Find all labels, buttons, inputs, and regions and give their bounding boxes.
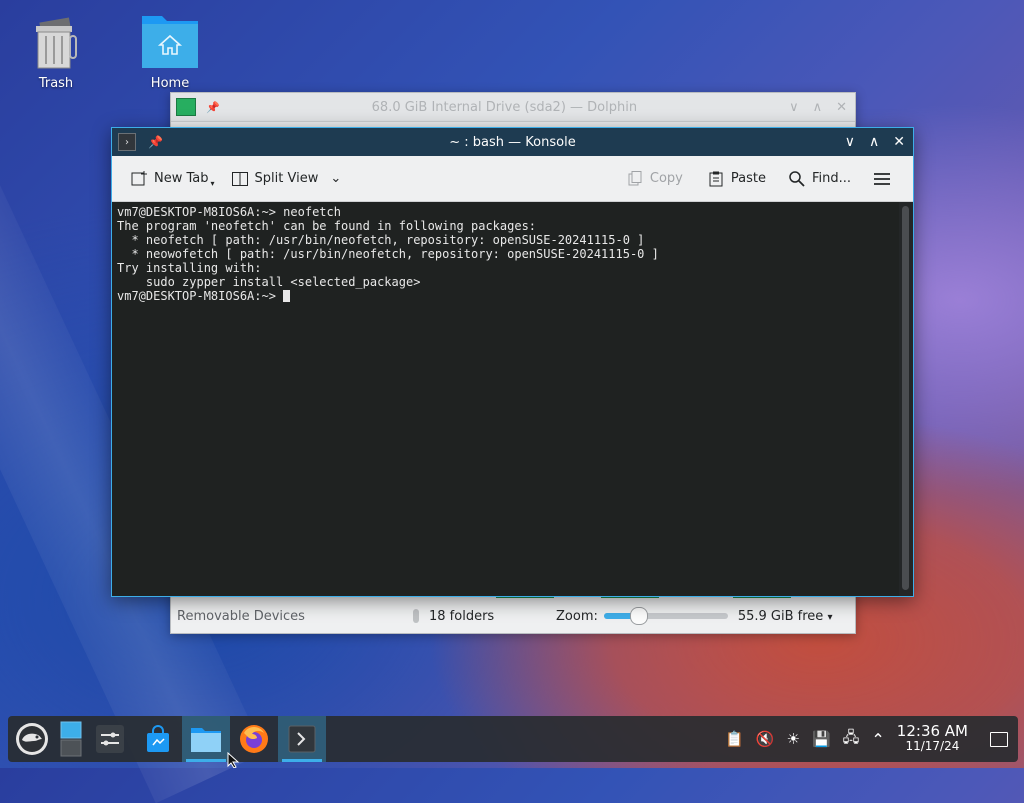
clock-time: 12:36 AM — [896, 722, 968, 740]
free-space-label: 55.9 GiB free — [737, 608, 824, 624]
search-icon — [789, 170, 805, 187]
task-konsole[interactable] — [278, 716, 326, 762]
task-dolphin[interactable] — [182, 716, 230, 762]
pager-button[interactable] — [56, 716, 86, 762]
copy-icon — [628, 170, 642, 185]
desktop-home[interactable]: Home — [128, 12, 212, 91]
desktop-trash[interactable]: Trash — [14, 12, 98, 91]
digital-clock[interactable]: 12:36 AM 11/17/24 — [897, 724, 968, 754]
split-view-label: Split View — [254, 171, 319, 186]
konsole-titlebar[interactable]: › 📌 ~ : bash — Konsole ∨ ∧ ✕ — [112, 128, 913, 156]
copy-label: Copy — [649, 171, 683, 186]
brightness-icon[interactable]: ☀ — [787, 730, 800, 748]
trash-icon — [26, 12, 86, 72]
find-button[interactable]: Find... — [780, 163, 859, 195]
firefox-icon — [240, 725, 268, 753]
opensuse-logo-icon — [16, 723, 48, 755]
chevron-down-icon: ▾ — [827, 611, 833, 623]
folder-icon — [191, 728, 221, 752]
system-tray: 📋 🔇 ☀ 💾 🖧 ⌃ 12:36 AM 11/17/24 — [725, 724, 1008, 754]
application-launcher-button[interactable] — [8, 716, 56, 762]
close-icon[interactable]: ✕ — [893, 134, 905, 150]
shopping-bag-icon — [147, 725, 169, 752]
konsole-toolbar: New Tab ▾ Split View ⌄ Copy Paste Find..… — [112, 156, 913, 202]
desktop-home-label: Home — [150, 76, 190, 91]
copy-button[interactable]: Copy — [618, 163, 691, 195]
konsole-window[interactable]: › 📌 ~ : bash — Konsole ∨ ∧ ✕ New Tab ▾ S… — [111, 127, 914, 597]
network-icon[interactable]: 🖧 — [843, 727, 860, 752]
hamburger-menu-button[interactable] — [865, 163, 905, 195]
zoom-label: Zoom: — [556, 608, 598, 624]
split-view-icon — [231, 171, 248, 186]
paste-label: Paste — [730, 171, 766, 186]
dolphin-titlebar[interactable]: 📌 68.0 GiB Internal Drive (sda2) — Dolph… — [171, 93, 855, 122]
terminal-output[interactable]: vm7@DESKTOP-M8IOS6A:~> neofetch The progr… — [112, 202, 899, 596]
new-tab-icon — [131, 170, 147, 185]
terminal-line: Try installing with: — [117, 261, 262, 275]
pin-icon[interactable]: 📌 — [148, 135, 163, 149]
chevron-up-icon[interactable]: ⌃ — [871, 730, 884, 749]
split-view-button[interactable]: Split View ⌄ — [223, 163, 350, 195]
terminal-prompt: vm7@DESKTOP-M8IOS6A:~> — [117, 289, 284, 303]
find-label: Find... — [811, 171, 851, 186]
free-space-dropdown[interactable]: 55.9 GiB free ▾ — [738, 609, 833, 624]
konsole-title: ~ : bash — Konsole — [449, 134, 576, 150]
clipboard-icon[interactable]: 📋 — [725, 730, 744, 748]
clock-date: 11/17/24 — [905, 739, 960, 753]
new-tab-button[interactable]: New Tab ▾ — [122, 163, 223, 195]
show-desktop-icon[interactable] — [990, 731, 1008, 747]
close-icon[interactable]: ✕ — [836, 100, 847, 115]
volume-muted-icon[interactable]: 🔇 — [756, 730, 775, 748]
chevron-down-icon: ⌄ — [330, 171, 342, 186]
terminal-line: vm7@DESKTOP-M8IOS6A:~> neofetch — [117, 205, 341, 219]
storage-device-icon[interactable]: 💾 — [812, 730, 831, 748]
mouse-pointer-icon — [227, 752, 240, 768]
zoom-slider[interactable] — [603, 607, 728, 625]
hamburger-menu-icon — [874, 172, 890, 185]
sidebar-item-removable-devices[interactable]: Removable Devices — [177, 609, 413, 624]
paste-button[interactable]: Paste — [699, 163, 774, 195]
terminal-line: The program 'neofetch' can be found in f… — [117, 219, 537, 233]
task-system-settings[interactable] — [86, 716, 134, 762]
maximize-icon[interactable]: ∧ — [813, 100, 823, 115]
home-folder-icon — [140, 12, 200, 72]
terminal-cursor — [283, 290, 291, 302]
settings-sliders-icon — [96, 725, 124, 753]
folder-count: 18 folders — [429, 608, 495, 624]
desktop-trash-label: Trash — [38, 76, 74, 91]
pin-icon[interactable]: 📌 — [206, 101, 220, 114]
konsole-app-icon: › — [118, 133, 136, 151]
terminal-line: sudo zypper install <selected_package> — [117, 275, 421, 289]
chevron-down-icon: ▾ — [210, 179, 215, 188]
minimize-icon[interactable]: ∨ — [789, 100, 799, 115]
zoom-slider-handle[interactable] — [629, 607, 648, 625]
terminal-scrollbar[interactable] — [902, 206, 909, 590]
terminal-line: * neofetch [ path: /usr/bin/neofetch, re… — [117, 233, 645, 247]
dolphin-statusbar: Removable Devices 18 folders Zoom: 55.9 … — [171, 599, 855, 633]
new-tab-label: New Tab — [154, 171, 209, 186]
dolphin-app-icon — [176, 98, 196, 116]
terminal-line: * neowofetch [ path: /usr/bin/neofetch, … — [117, 247, 659, 261]
terminal-icon — [288, 725, 316, 753]
paste-icon — [709, 171, 723, 186]
splitter-handle[interactable] — [413, 609, 419, 623]
virtual-desktop-pager-icon — [60, 721, 82, 757]
dolphin-title: 68.0 GiB Internal Drive (sda2) — Dolphin — [371, 99, 638, 115]
minimize-icon[interactable]: ∨ — [845, 134, 855, 150]
taskbar: 📋 🔇 ☀ 💾 🖧 ⌃ 12:36 AM 11/17/24 — [8, 716, 1018, 762]
terminal-prompt-line: vm7@DESKTOP-M8IOS6A:~> — [117, 289, 894, 303]
maximize-icon[interactable]: ∧ — [869, 134, 879, 150]
task-discover[interactable] — [134, 716, 182, 762]
